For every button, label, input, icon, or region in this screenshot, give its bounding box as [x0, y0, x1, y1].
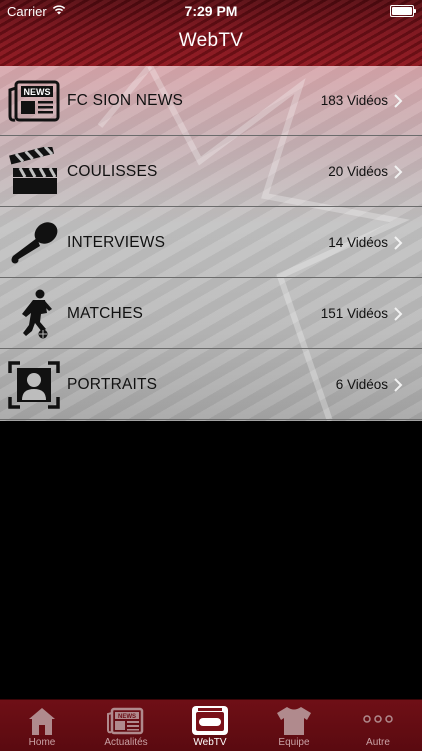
- chevron-right-icon: [394, 236, 403, 250]
- video-count: 6 Vidéos: [335, 377, 388, 392]
- chevron-right-icon: [394, 307, 403, 321]
- chevron-right-icon: [394, 94, 403, 108]
- tab-equipe[interactable]: Equipe: [252, 700, 336, 751]
- svg-text:NEWS: NEWS: [118, 714, 136, 720]
- category-list: NEWS FC SION NEWS 183 Vidéos COULISSES 2…: [0, 66, 422, 421]
- tab-actualites[interactable]: NEWS Actualités: [84, 700, 168, 751]
- jersey-icon: [277, 707, 311, 735]
- news-icon: NEWS: [107, 707, 144, 735]
- newspaper-icon: NEWS: [8, 80, 60, 122]
- list-item-coulisses[interactable]: COULISSES 20 Vidéos: [0, 137, 422, 207]
- svg-text:NEWS: NEWS: [24, 87, 51, 97]
- tab-label: WebTV: [193, 737, 227, 748]
- tab-label: Autre: [366, 737, 390, 748]
- category-label: MATCHES: [67, 305, 144, 322]
- video-count: 14 Vidéos: [328, 235, 388, 250]
- tab-label: Actualités: [104, 737, 148, 748]
- status-bar: Carrier 7:29 PM: [0, 0, 422, 22]
- category-label: PORTRAITS: [67, 376, 158, 393]
- category-label: FC SION NEWS: [67, 92, 184, 109]
- home-icon: [29, 708, 55, 735]
- video-count: 20 Vidéos: [328, 164, 388, 179]
- more-dots-icon: [363, 715, 393, 723]
- category-label: COULISSES: [67, 163, 158, 180]
- header: Carrier 7:29 PM WebTV: [0, 0, 422, 66]
- football-player-icon: [22, 289, 52, 339]
- list-item-portraits[interactable]: PORTRAITS 6 Vidéos: [0, 350, 422, 420]
- category-label: INTERVIEWS: [67, 234, 166, 251]
- tab-label: Home: [28, 737, 56, 748]
- page-title: WebTV: [178, 30, 244, 51]
- video-count: 183 Vidéos: [320, 93, 388, 108]
- list-item-interviews[interactable]: INTERVIEWS 14 Vidéos: [0, 208, 422, 278]
- tab-bar: Home NEWS Actualités WebTV Equipe Autre: [0, 699, 422, 751]
- list-item-fc-sion-news[interactable]: NEWS FC SION NEWS 183 Vidéos: [0, 66, 422, 136]
- video-count: 151 Vidéos: [320, 306, 388, 321]
- tab-autre[interactable]: Autre: [336, 700, 420, 751]
- chevron-right-icon: [394, 378, 403, 392]
- battery-icon: [390, 5, 416, 17]
- portrait-frame-icon: [8, 361, 60, 409]
- microphone-icon: [11, 222, 58, 264]
- chevron-right-icon: [394, 165, 403, 179]
- status-time: 7:29 PM: [184, 3, 238, 19]
- clapperboard-icon: [9, 147, 57, 194]
- tab-home[interactable]: Home: [0, 700, 84, 751]
- list-item-matches[interactable]: MATCHES 151 Vidéos: [0, 279, 422, 349]
- tv-icon: [192, 706, 228, 735]
- tab-webtv[interactable]: WebTV: [168, 700, 252, 751]
- tab-label: Equipe: [278, 737, 310, 748]
